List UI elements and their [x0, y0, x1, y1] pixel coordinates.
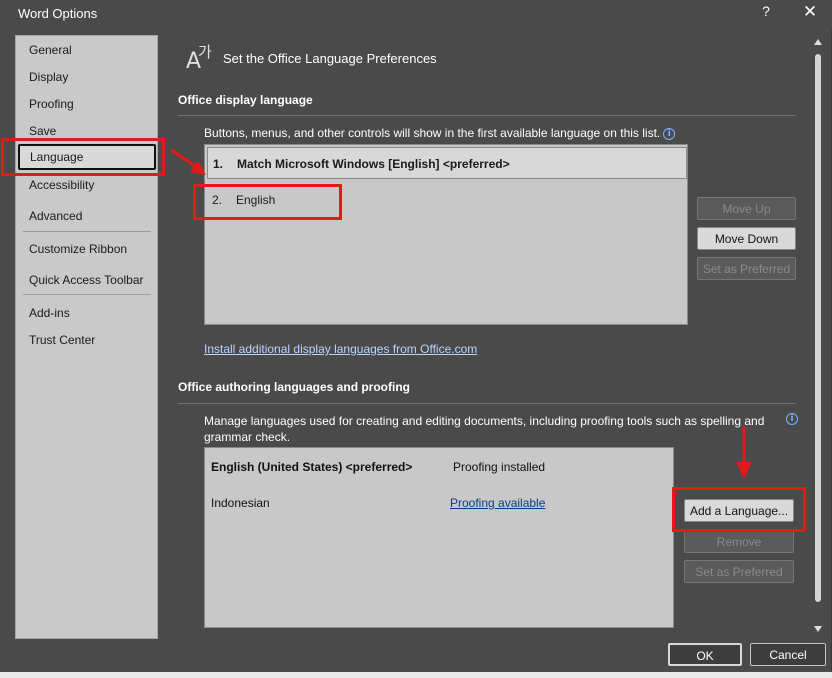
- move-up-button[interactable]: Move Up: [697, 197, 796, 220]
- info-icon[interactable]: i: [663, 128, 676, 140]
- word-options-dialog: Word Options ? ✕ General Display Proofin…: [0, 0, 832, 678]
- info-icon[interactable]: i: [786, 413, 798, 425]
- scroll-down-icon[interactable]: [814, 626, 822, 632]
- help-button[interactable]: ?: [756, 3, 776, 25]
- list-item[interactable]: 1. Match Microsoft Windows [English] <pre…: [207, 147, 687, 179]
- display-language-description: Buttons, menus, and other controls will …: [204, 125, 676, 141]
- window-bottom-edge: [0, 672, 832, 678]
- language-name[interactable]: Indonesian: [211, 496, 270, 510]
- set-as-preferred-display-button[interactable]: Set as Preferred: [697, 257, 796, 280]
- sidebar-item-save[interactable]: Save: [29, 124, 56, 138]
- list-item-number: 1.: [213, 157, 224, 171]
- authoring-language-list[interactable]: English (United States) <preferred> Proo…: [204, 447, 674, 628]
- scroll-up-icon[interactable]: [814, 39, 822, 45]
- remove-button[interactable]: Remove: [684, 530, 794, 553]
- ok-button[interactable]: OK: [668, 643, 742, 666]
- sidebar-item-trust-center[interactable]: Trust Center: [29, 333, 95, 347]
- sidebar-item-proofing[interactable]: Proofing: [29, 97, 74, 111]
- sidebar-divider: [23, 231, 151, 232]
- language-name[interactable]: English (United States) <preferred>: [211, 460, 412, 474]
- scrollbar-thumb[interactable]: [815, 54, 821, 602]
- authoring-description: Manage languages used for creating and e…: [204, 413, 804, 445]
- proofing-available-link[interactable]: Proofing available: [450, 496, 545, 510]
- sidebar-item-accessibility[interactable]: Accessibility: [29, 178, 94, 192]
- section-divider: [178, 115, 796, 116]
- title-bar: Word Options ? ✕: [0, 0, 832, 30]
- highlight-box: [1, 138, 165, 176]
- highlight-box: [193, 184, 342, 220]
- sidebar-item-quick-access-toolbar[interactable]: Quick Access Toolbar: [29, 273, 144, 287]
- description-text: Manage languages used for creating and e…: [204, 414, 765, 428]
- install-display-languages-link[interactable]: Install additional display languages fro…: [204, 342, 477, 356]
- description-text: Buttons, menus, and other controls will …: [204, 126, 661, 140]
- page-title: Set the Office Language Preferences: [223, 51, 437, 66]
- proofing-status: Proofing installed: [453, 460, 546, 474]
- section-title-display-language: Office display language: [178, 93, 313, 107]
- sidebar-item-display[interactable]: Display: [29, 70, 68, 84]
- language-icon: A가: [186, 43, 212, 74]
- sidebar: General Display Proofing Save Language A…: [15, 35, 158, 639]
- set-as-preferred-authoring-button[interactable]: Set as Preferred: [684, 560, 794, 583]
- list-item-label: Match Microsoft Windows [English] <prefe…: [237, 157, 510, 171]
- move-down-button[interactable]: Move Down: [697, 227, 796, 250]
- sidebar-item-add-ins[interactable]: Add-ins: [29, 306, 70, 320]
- sidebar-divider: [23, 294, 151, 295]
- section-title-authoring: Office authoring languages and proofing: [178, 380, 411, 394]
- section-divider: [178, 403, 796, 404]
- description-text: grammar check.: [204, 430, 291, 444]
- annotation-arrow-icon: [170, 148, 206, 175]
- language-settings-panel: A가 Set the Office Language Preferences O…: [158, 35, 810, 639]
- vertical-scrollbar[interactable]: [811, 37, 825, 637]
- sidebar-item-advanced[interactable]: Advanced: [29, 209, 82, 223]
- annotation-arrow-icon: [736, 426, 752, 479]
- highlight-box: [672, 487, 806, 532]
- dialog-title: Word Options: [18, 6, 98, 21]
- sidebar-item-general[interactable]: General: [29, 43, 72, 57]
- sidebar-item-customize-ribbon[interactable]: Customize Ribbon: [29, 242, 127, 256]
- display-language-list[interactable]: 1. Match Microsoft Windows [English] <pre…: [204, 144, 688, 325]
- close-icon[interactable]: ✕: [798, 2, 822, 26]
- cancel-button[interactable]: Cancel: [750, 643, 826, 666]
